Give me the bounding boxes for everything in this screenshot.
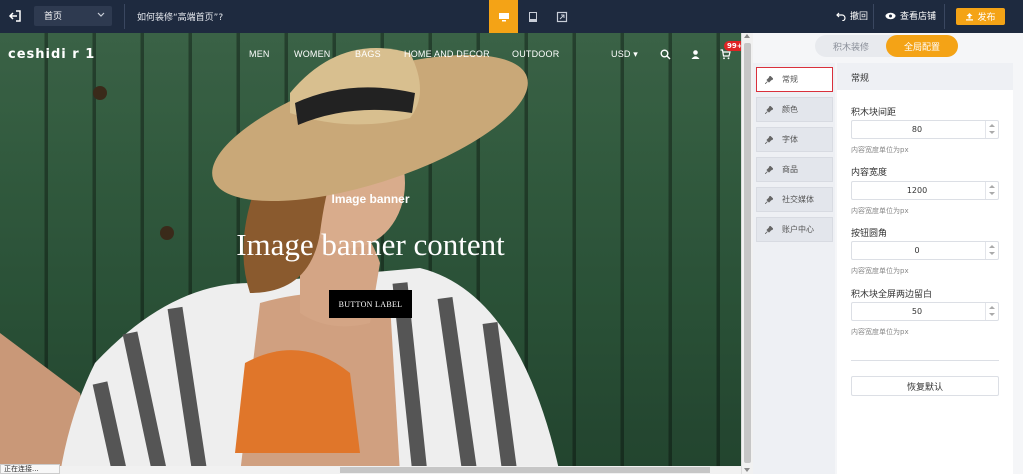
exit-icon[interactable]	[8, 9, 22, 23]
store-header: ceshidi r 1 MEN WOMEN BAGS HOME AND DECO…	[0, 33, 741, 75]
scrollbar-thumb[interactable]	[744, 43, 751, 463]
view-store-button[interactable]: 查看店铺	[885, 9, 936, 22]
view-store-label: 查看店铺	[900, 12, 937, 22]
upload-icon	[966, 13, 974, 21]
desktop-view-button[interactable]	[489, 0, 518, 33]
section-title: 常规	[837, 63, 1013, 90]
pin-icon	[765, 195, 773, 204]
pin-icon	[765, 75, 773, 84]
nav-home-and-decor[interactable]: HOME AND DECOR	[404, 49, 490, 59]
menu-item-general[interactable]: 常规	[756, 67, 833, 92]
number-stepper[interactable]	[985, 121, 998, 138]
pin-icon	[765, 225, 773, 234]
cart-count-badge: 99+	[724, 41, 741, 51]
howto-link[interactable]: 如何装修“高端首页”?	[137, 10, 223, 23]
menu-item-label: 商品	[782, 165, 798, 174]
page-select-value: 首页	[44, 12, 63, 22]
chevron-down-icon	[97, 12, 105, 17]
block-spacing-label: 积木块间距	[851, 108, 897, 118]
menu-item-label: 账户中心	[782, 225, 814, 234]
pin-icon	[765, 135, 773, 144]
status-tooltip: 正在连接...	[0, 464, 60, 474]
field-hint: 内容宽度单位为px	[851, 146, 909, 154]
number-stepper[interactable]	[985, 182, 998, 199]
button-radius-label: 按钮圆角	[851, 229, 888, 239]
desktop-icon	[498, 12, 509, 21]
divider	[873, 4, 874, 29]
menu-item-account-center[interactable]: 账户中心	[756, 217, 833, 242]
publish-label: 发布	[977, 13, 996, 23]
button-radius-input[interactable]: 0	[851, 241, 999, 260]
content-width-label: 内容宽度	[851, 168, 888, 178]
settings-panel: 积木装修 全局配置 常规 颜色 字体 商品 社交媒体 账户中心 常规 积木块间距…	[753, 33, 1023, 474]
panel-tab-switch: 积木装修 全局配置	[815, 35, 958, 57]
undo-button[interactable]: 撤回	[836, 9, 868, 22]
general-settings: 常规 积木块间距 80 内容宽度单位为px 内容宽度 1200 内容宽度单位为p…	[837, 63, 1013, 474]
pin-icon	[765, 165, 773, 174]
field-hint: 内容宽度单位为px	[851, 207, 909, 215]
undo-label: 撤回	[850, 12, 869, 22]
fullscreen-button[interactable]	[547, 0, 576, 33]
publish-button[interactable]: 发布	[956, 8, 1005, 25]
pin-icon	[765, 105, 773, 114]
scrollbar-thumb[interactable]	[340, 467, 710, 473]
page-select[interactable]: 首页	[34, 6, 112, 26]
editor-topbar: 首页 如何装修“高端首页”? 撤回 查看店铺 发布	[0, 0, 1023, 33]
field-hint: 内容宽度单位为px	[851, 328, 909, 336]
preview-vertical-scrollbar[interactable]	[741, 33, 753, 474]
tablet-icon	[528, 11, 537, 22]
scroll-down-arrow[interactable]	[744, 468, 750, 472]
banner-content: Image banner content	[236, 227, 505, 262]
menu-item-label: 常规	[782, 75, 798, 84]
number-stepper[interactable]	[985, 303, 998, 320]
scroll-up-arrow[interactable]	[744, 34, 750, 38]
reset-default-button[interactable]: 恢复默认	[851, 376, 999, 396]
input-value: 80	[911, 125, 923, 134]
currency-select[interactable]: USD ▾	[611, 49, 638, 60]
menu-item-label: 字体	[782, 135, 798, 144]
content-width-input[interactable]: 1200	[851, 181, 999, 200]
tab-block-decor[interactable]: 积木装修	[815, 35, 887, 57]
input-value: 0	[914, 246, 920, 255]
config-menu: 常规 颜色 字体 商品 社交媒体 账户中心	[753, 63, 835, 474]
menu-item-color[interactable]: 颜色	[756, 97, 833, 122]
search-icon[interactable]	[660, 49, 671, 60]
fullscreen-margin-input[interactable]: 50	[851, 302, 999, 321]
store-preview[interactable]: ceshidi r 1 MEN WOMEN BAGS HOME AND DECO…	[0, 33, 741, 474]
fullscreen-margin-label: 积木块全屏两边留白	[851, 290, 933, 300]
banner-title: Image banner	[331, 192, 410, 206]
account-icon[interactable]	[690, 49, 701, 60]
undo-icon	[836, 12, 846, 21]
nav-outdoor[interactable]: OUTDOOR	[512, 49, 559, 59]
number-stepper[interactable]	[985, 242, 998, 259]
menu-item-product[interactable]: 商品	[756, 157, 833, 182]
currency-label: USD	[611, 49, 631, 59]
nav-women[interactable]: WOMEN	[294, 49, 331, 59]
divider	[944, 4, 945, 29]
tablet-view-button[interactable]	[518, 0, 547, 33]
field-hint: 内容宽度单位为px	[851, 267, 909, 275]
eye-icon	[885, 12, 896, 19]
store-logo[interactable]: ceshidi r 1	[8, 47, 95, 62]
nav-men[interactable]: MEN	[249, 49, 270, 59]
preview-horizontal-scrollbar[interactable]	[0, 466, 741, 474]
input-value: 1200	[906, 186, 928, 195]
nav-bags[interactable]: BAGS	[355, 49, 381, 59]
block-spacing-input[interactable]: 80	[851, 120, 999, 139]
banner-button[interactable]: BUTTON LABEL	[329, 290, 412, 318]
fullscreen-icon	[556, 11, 567, 22]
menu-item-social-media[interactable]: 社交媒体	[756, 187, 833, 212]
tab-global-config[interactable]: 全局配置	[886, 35, 958, 57]
divider	[851, 360, 999, 361]
menu-item-label: 颜色	[782, 105, 798, 114]
menu-item-font[interactable]: 字体	[756, 127, 833, 152]
divider	[124, 4, 125, 29]
input-value: 50	[911, 307, 923, 316]
menu-item-label: 社交媒体	[782, 195, 814, 204]
